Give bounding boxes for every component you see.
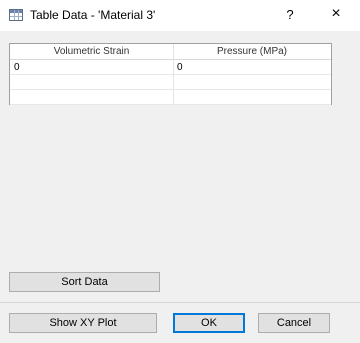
table-cell[interactable] [10,90,173,105]
table-cell[interactable]: 0 [10,60,173,75]
help-button[interactable]: ? [278,7,302,22]
window-title: Table Data - 'Material 3' [30,8,156,22]
table-cell[interactable] [10,75,173,90]
ok-button[interactable]: OK [173,313,245,333]
column-header-pressure[interactable]: Pressure (MPa) [173,44,331,60]
table-cell[interactable] [173,75,331,90]
cancel-button[interactable]: Cancel [258,313,330,333]
sort-data-button[interactable]: Sort Data [9,272,160,292]
table-row[interactable] [10,90,331,105]
show-xy-plot-button[interactable]: Show XY Plot [9,313,157,333]
table-cell[interactable] [173,90,331,105]
title-bar: Table Data - 'Material 3' ? × [0,0,360,31]
table-cell[interactable]: 0 [173,60,331,75]
divider [0,302,360,303]
data-table[interactable]: Volumetric Strain Pressure (MPa) 0 0 [9,43,332,105]
table-row[interactable]: 0 0 [10,60,331,75]
table-icon [9,9,23,21]
column-header-volumetric-strain[interactable]: Volumetric Strain [10,44,173,60]
table-row[interactable] [10,75,331,90]
close-button[interactable]: × [321,5,351,23]
